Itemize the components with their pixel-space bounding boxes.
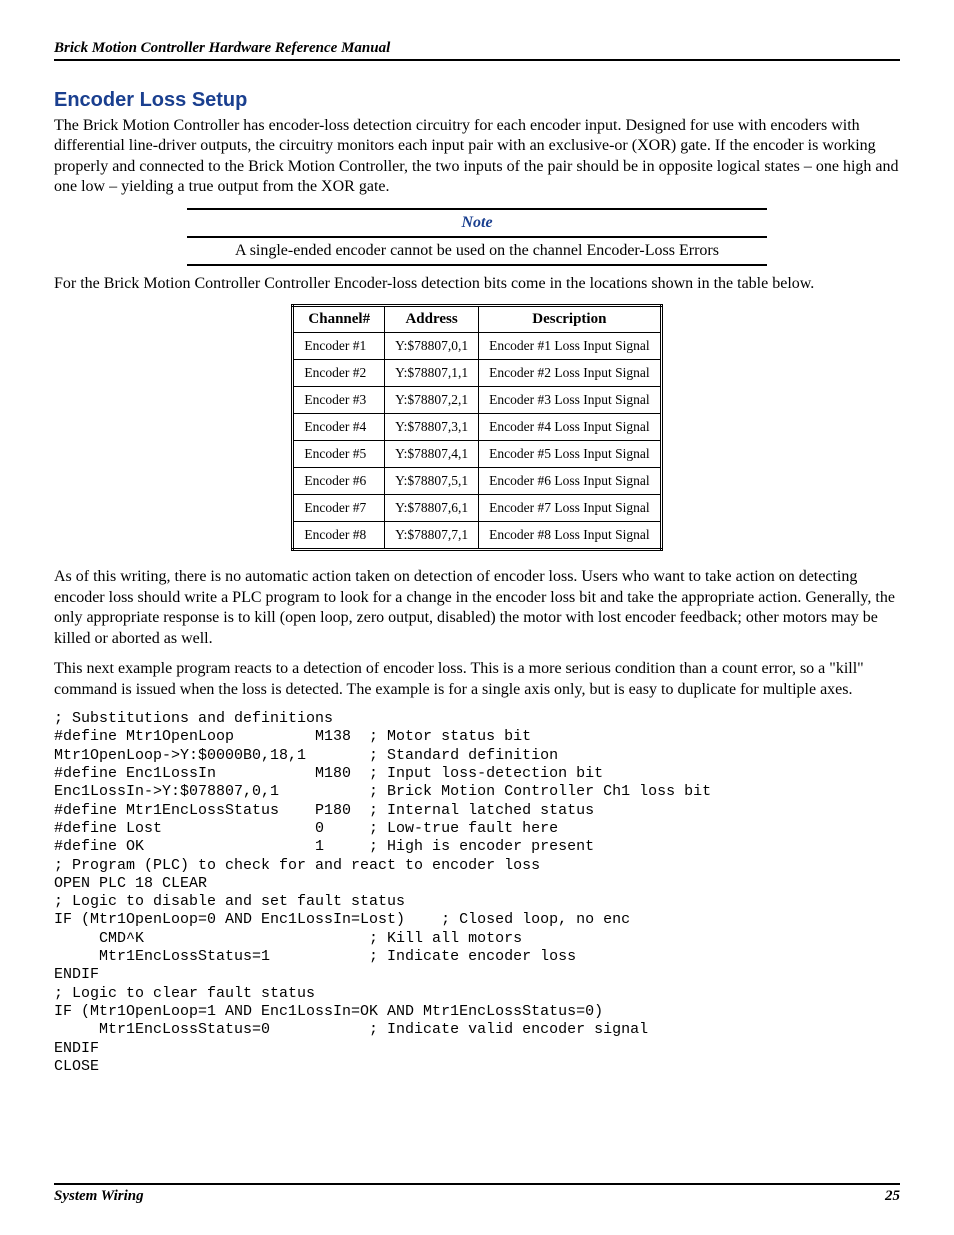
table-cell: Y:$78807,7,1: [385, 522, 479, 550]
note-box: Note A single-ended encoder cannot be us…: [187, 208, 767, 266]
table-cell: Encoder #6 Loss Input Signal: [479, 468, 661, 495]
note-text: A single-ended encoder cannot be used on…: [187, 240, 767, 262]
section-title: Encoder Loss Setup: [54, 89, 900, 112]
table-cell: Y:$78807,2,1: [385, 387, 479, 414]
footer-page-number: 25: [885, 1188, 900, 1205]
table-cell: Encoder #7 Loss Input Signal: [479, 495, 661, 522]
table-cell: Y:$78807,4,1: [385, 441, 479, 468]
paragraph-intro: The Brick Motion Controller has encoder-…: [54, 116, 900, 198]
table-cell: Encoder #8 Loss Input Signal: [479, 522, 661, 550]
table-row: Encoder #2Y:$78807,1,1Encoder #2 Loss In…: [293, 360, 661, 387]
table-row: Encoder #6Y:$78807,5,1Encoder #6 Loss In…: [293, 468, 661, 495]
table-cell: Encoder #8: [293, 522, 385, 550]
table-header-row: Channel# Address Description: [293, 306, 661, 333]
table-row: Encoder #7Y:$78807,6,1Encoder #7 Loss In…: [293, 495, 661, 522]
paragraph-table-intro: For the Brick Motion Controller Controll…: [54, 274, 900, 294]
table-row: Encoder #1Y:$78807,0,1Encoder #1 Loss In…: [293, 333, 661, 360]
table-row: Encoder #4Y:$78807,3,1Encoder #4 Loss In…: [293, 414, 661, 441]
table-row: Encoder #5Y:$78807,4,1Encoder #5 Loss In…: [293, 441, 661, 468]
paragraph-example-intro: This next example program reacts to a de…: [54, 659, 900, 700]
page-header: Brick Motion Controller Hardware Referen…: [54, 40, 900, 61]
table-cell: Encoder #2: [293, 360, 385, 387]
footer-section: System Wiring: [54, 1188, 144, 1205]
table-cell: Encoder #5 Loss Input Signal: [479, 441, 661, 468]
table-cell: Encoder #7: [293, 495, 385, 522]
paragraph-explanation: As of this writing, there is no automati…: [54, 567, 900, 649]
table-cell: Y:$78807,5,1: [385, 468, 479, 495]
table-cell: Encoder #6: [293, 468, 385, 495]
table-cell: Encoder #3: [293, 387, 385, 414]
table-cell: Encoder #2 Loss Input Signal: [479, 360, 661, 387]
table-cell: Y:$78807,1,1: [385, 360, 479, 387]
table-row: Encoder #3Y:$78807,2,1Encoder #3 Loss In…: [293, 387, 661, 414]
encoder-loss-table: Channel# Address Description Encoder #1Y…: [291, 304, 662, 551]
table-cell: Encoder #1: [293, 333, 385, 360]
table-cell: Y:$78807,6,1: [385, 495, 479, 522]
table-cell: Encoder #4 Loss Input Signal: [479, 414, 661, 441]
table-row: Encoder #8Y:$78807,7,1Encoder #8 Loss In…: [293, 522, 661, 550]
code-listing: ; Substitutions and definitions #define …: [54, 710, 900, 1076]
page-footer: System Wiring 25: [54, 1183, 900, 1205]
col-channel: Channel#: [293, 306, 385, 333]
table-cell: Encoder #4: [293, 414, 385, 441]
col-address: Address: [385, 306, 479, 333]
table-cell: Encoder #1 Loss Input Signal: [479, 333, 661, 360]
table-cell: Y:$78807,0,1: [385, 333, 479, 360]
table-cell: Encoder #5: [293, 441, 385, 468]
note-title: Note: [187, 212, 767, 234]
table-cell: Encoder #3 Loss Input Signal: [479, 387, 661, 414]
col-description: Description: [479, 306, 661, 333]
table-cell: Y:$78807,3,1: [385, 414, 479, 441]
